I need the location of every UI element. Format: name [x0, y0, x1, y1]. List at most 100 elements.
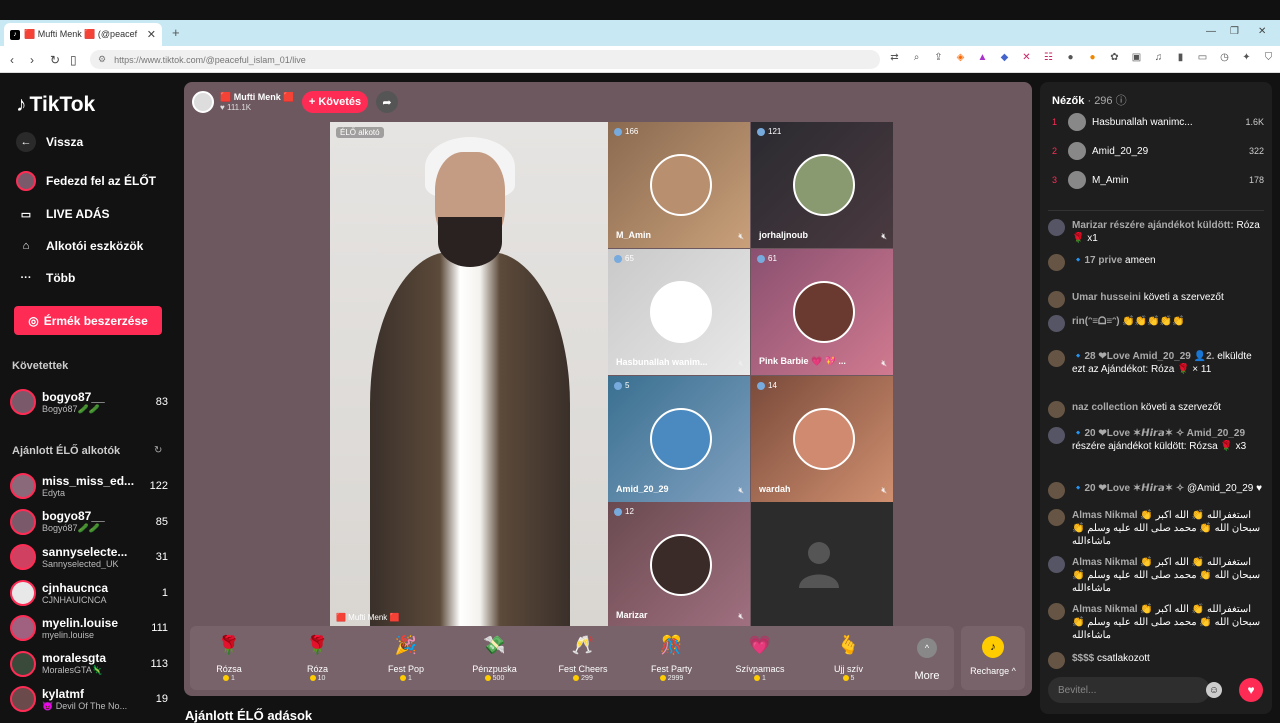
gift-item[interactable]: 🌹 Róza 10	[283, 632, 353, 683]
maximize-icon[interactable]: ❐	[1230, 26, 1239, 37]
top-viewer-row[interactable]: 2 Amid_20_29 322	[1052, 140, 1264, 162]
ai-icon[interactable]: ✦	[1240, 52, 1253, 63]
gift-item[interactable]: 🎊 Fest Party 2999	[637, 632, 707, 683]
recommended-account[interactable]: sannyselecte... Sannyselected_UK 31	[10, 541, 168, 573]
chat-message[interactable]: Marizar részére ajándékot küldött: Róza …	[1048, 219, 1264, 245]
coin-icon	[842, 675, 849, 682]
ext-6-icon[interactable]: ✿	[1108, 52, 1121, 63]
gift-item[interactable]: 🫰 Ujj szív 5	[814, 632, 884, 683]
music-icon[interactable]: ♫	[1152, 52, 1165, 63]
emoji-icon[interactable]: ☺	[1206, 682, 1222, 698]
chat-message[interactable]: Almas Nikmal استغفرالله 👏 الله اکبر 👏 سب…	[1048, 603, 1264, 642]
window-close-icon[interactable]: ✕	[1258, 26, 1266, 37]
chat-message[interactable]: 🔹20 ❤Love ✶𝙃𝙞𝙧𝙖✶ ✧ @Amid_20_29 ♥	[1048, 482, 1264, 499]
refresh-icon[interactable]: ↻	[154, 445, 162, 456]
new-tab-button[interactable]: +	[172, 25, 180, 40]
vpn-icon[interactable]: ⛉	[1262, 52, 1275, 63]
chat-message[interactable]: naz collection követi a szervezőt	[1048, 401, 1264, 418]
forward-icon[interactable]: ›	[30, 53, 34, 67]
avatar	[1048, 427, 1065, 444]
account-names: myelin.louise myelin.louise	[42, 616, 147, 640]
sidebar-toggle-icon[interactable]: ▮	[1174, 52, 1187, 63]
nav-live[interactable]: ▭ LIVE ADÁS	[16, 204, 110, 224]
minimize-icon[interactable]: —	[1206, 26, 1216, 37]
guest-tile[interactable]: 61 Pink Barbie 💗 💖 ... 🔇︎	[751, 249, 893, 375]
ext-1-icon[interactable]: ◆	[998, 52, 1011, 63]
guest-tile[interactable]: 121 jorhaljnoub 🔇︎	[751, 122, 893, 248]
history-icon[interactable]: ◷	[1218, 52, 1231, 63]
tab-close-icon[interactable]: ✕	[147, 28, 156, 41]
recharge-button[interactable]: ♪ Recharge ^	[961, 626, 1025, 690]
recommended-account[interactable]: miss_miss_ed... Edyta 122	[10, 470, 168, 502]
share-icon[interactable]: ➦	[376, 91, 398, 113]
site-settings-icon[interactable]: ⚙	[98, 54, 106, 65]
gift-item[interactable]: 🌹 Rózsa 1	[194, 632, 264, 683]
share-page-icon[interactable]: ⇪	[932, 52, 945, 63]
bookmark-icon[interactable]: ▯	[70, 53, 77, 67]
host-info[interactable]: 🟥 Mufti Menk 🟥 ♥ 111.1K	[192, 90, 294, 114]
gift-item[interactable]: 💸 Pénzpuska 500	[460, 632, 530, 683]
translate-icon[interactable]: ⇄	[888, 52, 901, 63]
recommended-account[interactable]: cjnhaucnca CJNHAUICNCA 1	[10, 577, 168, 609]
reload-icon[interactable]: ↻	[50, 53, 60, 67]
chat-message[interactable]: 🔹28 ❤Love Amid_20_29 👤2. elküldte ezt az…	[1048, 350, 1264, 376]
like-heart-button[interactable]: ♥	[1239, 678, 1263, 702]
guest-tile[interactable]: 14 wardah 🔇︎	[751, 376, 893, 502]
recommended-account[interactable]: bogyo87__ Bogyó87🥒🥒 85	[10, 506, 168, 538]
back-icon[interactable]: ‹	[10, 53, 14, 67]
ext-3-icon[interactable]: ☷	[1042, 52, 1055, 63]
nav-more[interactable]: ··· Több	[16, 268, 76, 288]
message-user: Almas Nikmal	[1072, 557, 1138, 568]
host-avatar[interactable]	[192, 91, 214, 113]
top-viewer-row[interactable]: 3 M_Amin 178	[1052, 169, 1264, 191]
following-account[interactable]: bogyo87__ Bogyó87🥒🥒 83	[10, 386, 168, 418]
rewards-icon[interactable]: ▲	[976, 52, 989, 63]
guest-tile[interactable]: 12 Marizar 🔇︎	[608, 502, 750, 628]
info-icon[interactable]: ⓘ	[1116, 95, 1127, 107]
nav-explore-live[interactable]: Fedezd fel az ÉLŐT	[16, 171, 156, 191]
guest-tile[interactable]: 5 Amid_20_29 🔇︎	[608, 376, 750, 502]
viewer-name: Hasbunallah wanimc...	[1092, 116, 1193, 128]
message-user: Marizar részére ajándékot küldött:	[1072, 220, 1234, 231]
nav-back[interactable]: ← Vissza	[16, 132, 83, 152]
guest-tile[interactable]: 65 Hasbunallah wanim... 🔇︎	[608, 249, 750, 375]
ext-7-icon[interactable]: ▣	[1130, 52, 1143, 63]
gift-item[interactable]: 🎉 Fest Pop 1	[371, 632, 441, 683]
follow-button[interactable]: + Követés	[302, 91, 368, 113]
main-video[interactable]: ÉLŐ alkotó 🟥 Mufti Menk 🟥	[330, 122, 608, 626]
more-gifts-button[interactable]: ^ More	[902, 638, 952, 682]
buy-coins-button[interactable]: ◎ Érmék beszerzése	[14, 306, 162, 335]
recommended-account[interactable]: kylatmf 😈 Devil Of The No... 19	[10, 683, 168, 715]
gift-item[interactable]: 🥂 Fest Cheers 299	[548, 632, 618, 683]
account-nickname: 😈 Devil Of The No...	[42, 700, 128, 711]
ext-5-icon[interactable]: ●	[1086, 52, 1099, 63]
recommended-account[interactable]: moralesgta MoralesGTA🦎 113	[10, 648, 168, 680]
zoom-icon[interactable]: ⌕	[910, 52, 923, 63]
recommended-lives-title: Ajánlott ÉLŐ adások	[185, 708, 313, 723]
gift-item[interactable]: 💗 Szívpamacs 1	[725, 632, 795, 683]
chat-message[interactable]: 🔹17 prive ameen	[1048, 254, 1264, 271]
browser-tab[interactable]: ♪ 🟥 Mufti Menk 🟥 (@peacef ✕	[4, 23, 162, 46]
ext-2-icon[interactable]: ✕	[1020, 52, 1033, 63]
url-input[interactable]: ⚙ https://www.tiktok.com/@peaceful_islam…	[90, 50, 880, 69]
nav-creator-tools[interactable]: ⌂ Alkotói eszközök	[16, 236, 144, 256]
viewers-header[interactable]: Nézők · 296 ⓘ	[1052, 92, 1127, 108]
chat-message[interactable]: $$$$ csatlakozott	[1048, 652, 1264, 669]
guest-avatar	[650, 281, 712, 343]
chat-message[interactable]: 🔹20 ❤Love ✶𝙃𝙞𝙧𝙖✶ ✧ Amid_20_29 részére aj…	[1048, 427, 1264, 453]
top-viewer-row[interactable]: 1 Hasbunallah wanimc... 1.6K	[1052, 111, 1264, 133]
ext-4-icon[interactable]: ●	[1064, 52, 1077, 63]
empty-guest-slot[interactable]	[751, 502, 893, 628]
wallet-icon[interactable]: ▭	[1196, 52, 1209, 63]
chat-message[interactable]: Almas Nikmal استغفرالله 👏 الله اکبر 👏 سب…	[1048, 556, 1264, 595]
brave-shield-icon[interactable]: ◈	[954, 52, 967, 63]
gift-icon: 🎊	[660, 634, 683, 655]
chat-message[interactable]: Umar husseini követi a szervezőt	[1048, 291, 1264, 308]
guest-tile[interactable]: 166 M_Amin 🔇︎	[608, 122, 750, 248]
chat-message[interactable]: Almas Nikmal استغفرالله 👏 الله اکبر 👏 سب…	[1048, 509, 1264, 548]
recommended-account[interactable]: myelin.louise myelin.louise 111	[10, 612, 168, 644]
tiktok-logo[interactable]: ♪ TikTok	[16, 93, 95, 117]
chat-input[interactable]: Bevitel...	[1048, 677, 1210, 703]
chat-message[interactable]: rin(ᵔ≡ᗝ≡ᵔ) 👏👏👏👏👏	[1048, 315, 1264, 332]
gift-price-value: 1	[408, 675, 412, 682]
